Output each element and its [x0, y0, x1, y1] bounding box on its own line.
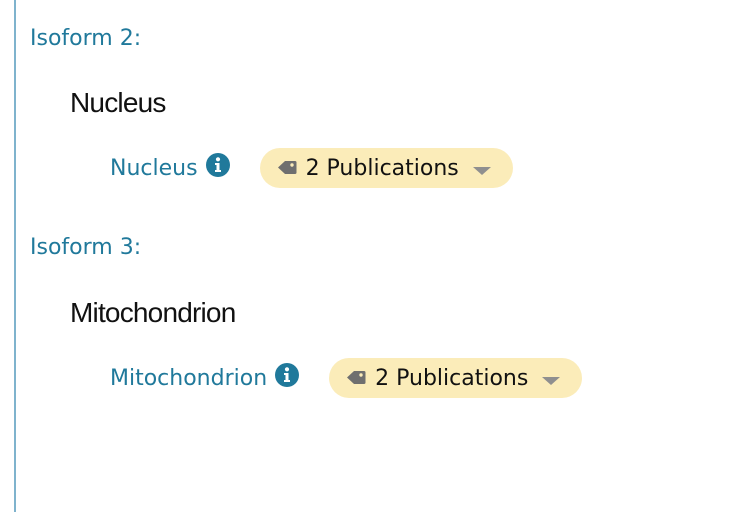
left-border-rule: [14, 0, 16, 512]
go-term-row: Nucleus 2 Publications: [110, 148, 513, 188]
publications-count-label: 2 Publications: [375, 365, 529, 391]
tag-icon: [276, 159, 298, 177]
info-circle-icon[interactable]: [205, 153, 230, 177]
go-term-row: Mitochondrion 2 Publications: [110, 358, 583, 398]
go-term-link[interactable]: Mitochondrion: [110, 366, 267, 391]
go-term-link[interactable]: Nucleus: [110, 156, 198, 181]
tag-icon: [345, 369, 367, 387]
evidence-publications-button[interactable]: 2 Publications: [259, 148, 513, 188]
location-title: Nucleus: [70, 87, 166, 118]
publications-count-label: 2 Publications: [305, 155, 459, 181]
isoform-heading: Isoform 3:: [30, 235, 142, 260]
evidence-publications-button[interactable]: 2 Publications: [329, 358, 583, 398]
chevron-down-icon: [472, 167, 491, 175]
location-title: Mitochondrion: [70, 297, 236, 328]
info-circle-icon[interactable]: [275, 363, 300, 387]
isoform-heading: Isoform 2:: [30, 26, 142, 51]
chevron-down-icon: [542, 377, 561, 385]
